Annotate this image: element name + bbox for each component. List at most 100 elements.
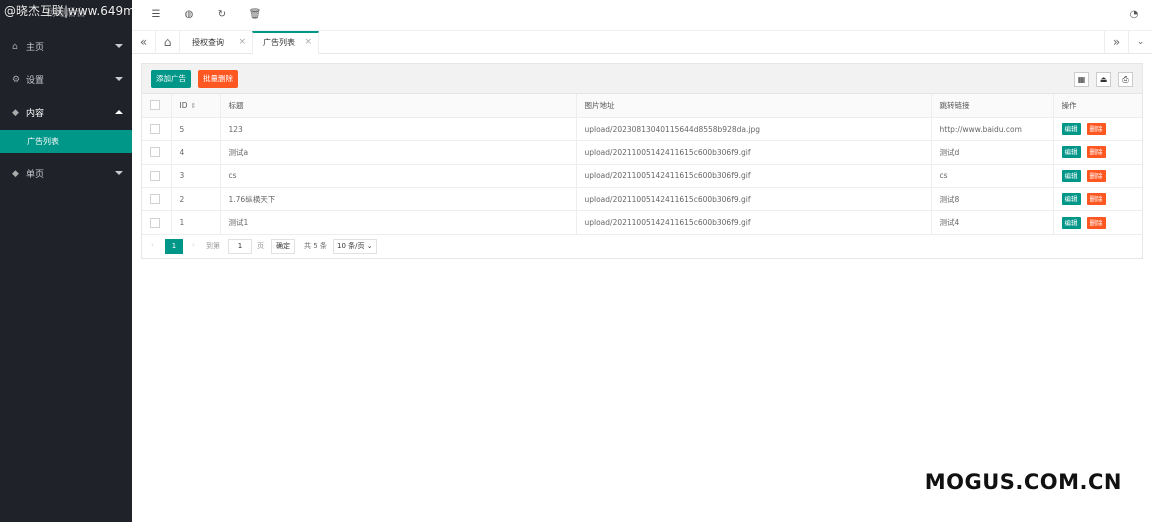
goto-label: 到第: [206, 241, 220, 250]
cell-id: 2: [170, 187, 220, 212]
per-page-select[interactable]: 10 条/页 ⌄: [333, 238, 377, 254]
edit-button[interactable]: 编辑: [1061, 169, 1081, 182]
export-icon[interactable]: ⏏: [1096, 72, 1111, 87]
row-select-cell: [142, 164, 171, 189]
row-select-cell: [142, 187, 171, 212]
top-header: ☰ ◍ ↻ 🗑 ◔: [132, 0, 1152, 30]
table-row: 3 cs upload/20211005142411615c600b306f9.gi…: [142, 164, 1142, 189]
table-toolbar: 添加广告 批量删除 ▦ ⏏ ⎙: [142, 64, 1142, 94]
print-icon[interactable]: ⎙: [1118, 72, 1133, 87]
pagination: ‹ 1 › 到第 1 页 确定 共 5 条 10 条/页 ⌄: [142, 235, 1142, 259]
col-title: 标题: [219, 94, 576, 118]
sidebar-subitem-ad-list[interactable]: 广告列表: [0, 130, 132, 153]
goto-page-input[interactable]: 1: [228, 238, 252, 254]
per-page-value: 10 条/页: [337, 241, 365, 250]
col-id[interactable]: ID ⇕: [170, 94, 220, 118]
delete-button[interactable]: 删除: [1086, 146, 1106, 159]
col-id-label: ID: [179, 100, 188, 110]
sidebar: 畅跑后台 @晓杰互联|www.649m ⌂ 主页 ⚙ 设置 ◆ 内容 广告列表 …: [0, 0, 132, 522]
edit-button[interactable]: 编辑: [1061, 123, 1081, 136]
chevron-up-icon: [115, 110, 123, 114]
cell-actions: 编辑 删除: [1052, 140, 1142, 165]
sidebar-item-settings[interactable]: ⚙ 设置: [0, 63, 132, 96]
table-row: 4 测试a upload/20211005142411615c600b306f9.g…: [142, 140, 1142, 165]
trash-icon[interactable]: 🗑: [248, 8, 262, 22]
cell-id: 5: [170, 117, 220, 142]
delete-button[interactable]: 删除: [1086, 123, 1106, 136]
home-tab-icon[interactable]: ⌂: [156, 31, 180, 54]
close-icon[interactable]: ×: [238, 31, 246, 54]
menu-toggle-icon[interactable]: ☰: [149, 8, 163, 22]
row-checkbox[interactable]: [150, 217, 160, 228]
row-checkbox[interactable]: [150, 124, 160, 135]
tab-label: 广告列表: [263, 38, 295, 47]
row-checkbox[interactable]: [150, 194, 160, 205]
select-all-cell: [142, 94, 171, 118]
cell-title: cs: [219, 164, 576, 189]
sidebar-item-home[interactable]: ⌂ 主页: [0, 30, 132, 63]
goto-confirm-button[interactable]: 确定: [271, 238, 295, 254]
cell-actions: 编辑 删除: [1052, 117, 1142, 142]
row-checkbox[interactable]: [150, 147, 160, 158]
cell-title: 1.76纵横天下: [219, 187, 576, 212]
tab-auth-query[interactable]: 授权查询 ×: [182, 31, 252, 54]
main-content: 添加广告 批量删除 ▦ ⏏ ⎙ ID ⇕ 标题 图片地址 跳转链接 操作 5 1…: [132, 54, 1152, 522]
col-link: 跳转链接: [930, 94, 1053, 118]
tab-ad-list[interactable]: 广告列表 ×: [252, 31, 319, 54]
tab-scroll-right-icon[interactable]: »: [1104, 31, 1128, 54]
table-card: 添加广告 批量删除 ▦ ⏏ ⎙ ID ⇕ 标题 图片地址 跳转链接 操作 5 1…: [141, 63, 1143, 259]
cell-link: 测试d: [930, 140, 1053, 165]
edit-button[interactable]: 编辑: [1061, 216, 1081, 229]
cell-image: upload/20211005142411615c600b306f9.gif: [575, 164, 931, 189]
theme-icon[interactable]: ◔: [1127, 8, 1141, 22]
chevron-down-icon: [115, 77, 123, 81]
app-root: 畅跑后台 @晓杰互联|www.649m ⌂ 主页 ⚙ 设置 ◆ 内容 广告列表 …: [0, 0, 1152, 522]
logo: 畅跑后台 @晓杰互联|www.649m: [0, 0, 132, 30]
home-icon: ⌂: [12, 41, 18, 52]
edit-button[interactable]: 编辑: [1061, 193, 1081, 206]
sidebar-item-single-page[interactable]: ◆ 单页: [0, 157, 132, 190]
delete-button[interactable]: 删除: [1086, 169, 1106, 182]
delete-button[interactable]: 删除: [1086, 216, 1106, 229]
cell-title: 123: [219, 117, 576, 142]
page-current[interactable]: 1: [165, 238, 183, 254]
ad-table: ID ⇕ 标题 图片地址 跳转链接 操作 5 123 upload/202308130…: [142, 94, 1142, 235]
table-row: 5 123 upload/20230813040115644d8558b928da.…: [142, 117, 1142, 142]
table-row: 1 测试1 upload/20211005142411615c600b306f9.g…: [142, 210, 1142, 235]
watermark-text: @晓杰互联|www.649m: [4, 4, 132, 18]
table-header-row: ID ⇕ 标题 图片地址 跳转链接 操作: [142, 94, 1142, 118]
globe-icon[interactable]: ◍: [182, 8, 196, 22]
sidebar-item-content[interactable]: ◆ 内容: [0, 96, 132, 129]
col-image: 图片地址: [575, 94, 931, 118]
chevron-down-icon[interactable]: ⌄: [1128, 31, 1152, 54]
columns-icon[interactable]: ▦: [1074, 72, 1089, 87]
cell-actions: 编辑 删除: [1052, 210, 1142, 235]
cell-link: http://www.baidu.com: [930, 117, 1053, 142]
tab-bar: « ⌂ 授权查询 × 广告列表 × » ⌄: [132, 30, 1152, 54]
chevron-down-icon: [115, 44, 123, 48]
cell-image: upload/20211005142411615c600b306f9.gif: [575, 140, 931, 165]
close-icon[interactable]: ×: [304, 33, 312, 52]
add-ad-button[interactable]: 添加广告: [151, 70, 191, 88]
gear-icon: ⚙: [12, 74, 21, 85]
sidebar-item-label: 主页: [26, 43, 45, 53]
row-checkbox[interactable]: [150, 170, 160, 181]
sort-icon[interactable]: ⇕: [191, 102, 197, 110]
cell-title: 测试a: [219, 140, 576, 165]
diamond-icon: ◆: [12, 168, 19, 179]
cell-actions: 编辑 删除: [1052, 187, 1142, 212]
cell-id: 3: [170, 164, 220, 189]
tab-scroll-left-icon[interactable]: «: [132, 31, 156, 54]
col-actions: 操作: [1052, 94, 1142, 118]
cell-link: 测试8: [930, 187, 1053, 212]
next-page-icon[interactable]: ›: [192, 241, 195, 249]
edit-button[interactable]: 编辑: [1061, 146, 1081, 159]
batch-delete-button[interactable]: 批量删除: [198, 70, 238, 88]
cell-id: 4: [170, 140, 220, 165]
refresh-icon[interactable]: ↻: [215, 8, 229, 22]
select-all-checkbox[interactable]: [150, 100, 160, 111]
table-row: 2 1.76纵横天下 upload/20211005142411615c600b30…: [142, 187, 1142, 212]
delete-button[interactable]: 删除: [1086, 193, 1106, 206]
cell-image: upload/20230813040115644d8558b928da.jpg: [575, 117, 931, 142]
prev-page-icon[interactable]: ‹: [151, 241, 154, 249]
